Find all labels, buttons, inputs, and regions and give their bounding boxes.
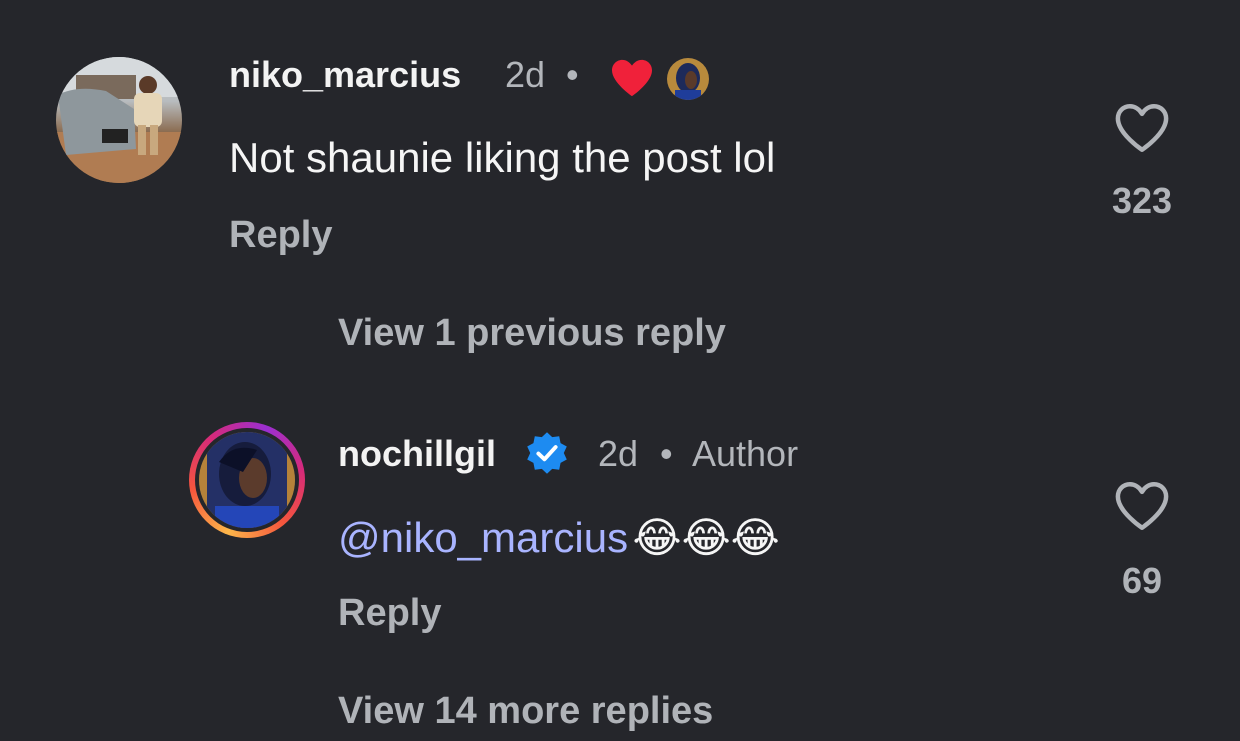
comment-time: 2d xyxy=(505,54,546,95)
view-previous-replies-link[interactable]: View 1 previous reply xyxy=(338,312,726,355)
like-count: 323 xyxy=(1111,180,1173,221)
avatar-niko-marcius[interactable] xyxy=(56,57,182,183)
like-heart-icon[interactable] xyxy=(1113,102,1171,154)
author-tag: Author xyxy=(692,433,799,474)
like-heart-icon[interactable] xyxy=(1113,480,1171,532)
comment-username[interactable]: nochillgil xyxy=(338,433,496,475)
comment-text: @niko_marcius 😂😂😂 xyxy=(338,513,780,562)
meta-separator: • xyxy=(660,433,673,474)
mention-link[interactable]: @niko_marcius xyxy=(338,514,628,561)
comment-time: 2d xyxy=(598,433,639,474)
verified-badge-icon xyxy=(524,430,570,476)
avatar-nochillgil[interactable] xyxy=(199,432,295,528)
reply-button[interactable]: Reply xyxy=(229,214,332,257)
author-avatar-small xyxy=(667,58,709,100)
meta-separator: • xyxy=(566,54,579,95)
view-more-replies-link[interactable]: View 14 more replies xyxy=(338,690,713,733)
comment-username[interactable]: niko_marcius xyxy=(229,54,461,96)
reply-button[interactable]: Reply xyxy=(338,592,441,635)
laughing-emoji: 😂😂😂 xyxy=(632,513,780,562)
comment-text: Not shaunie liking the post lol xyxy=(229,134,776,181)
like-count: 69 xyxy=(1121,560,1163,601)
heart-icon xyxy=(610,58,654,98)
